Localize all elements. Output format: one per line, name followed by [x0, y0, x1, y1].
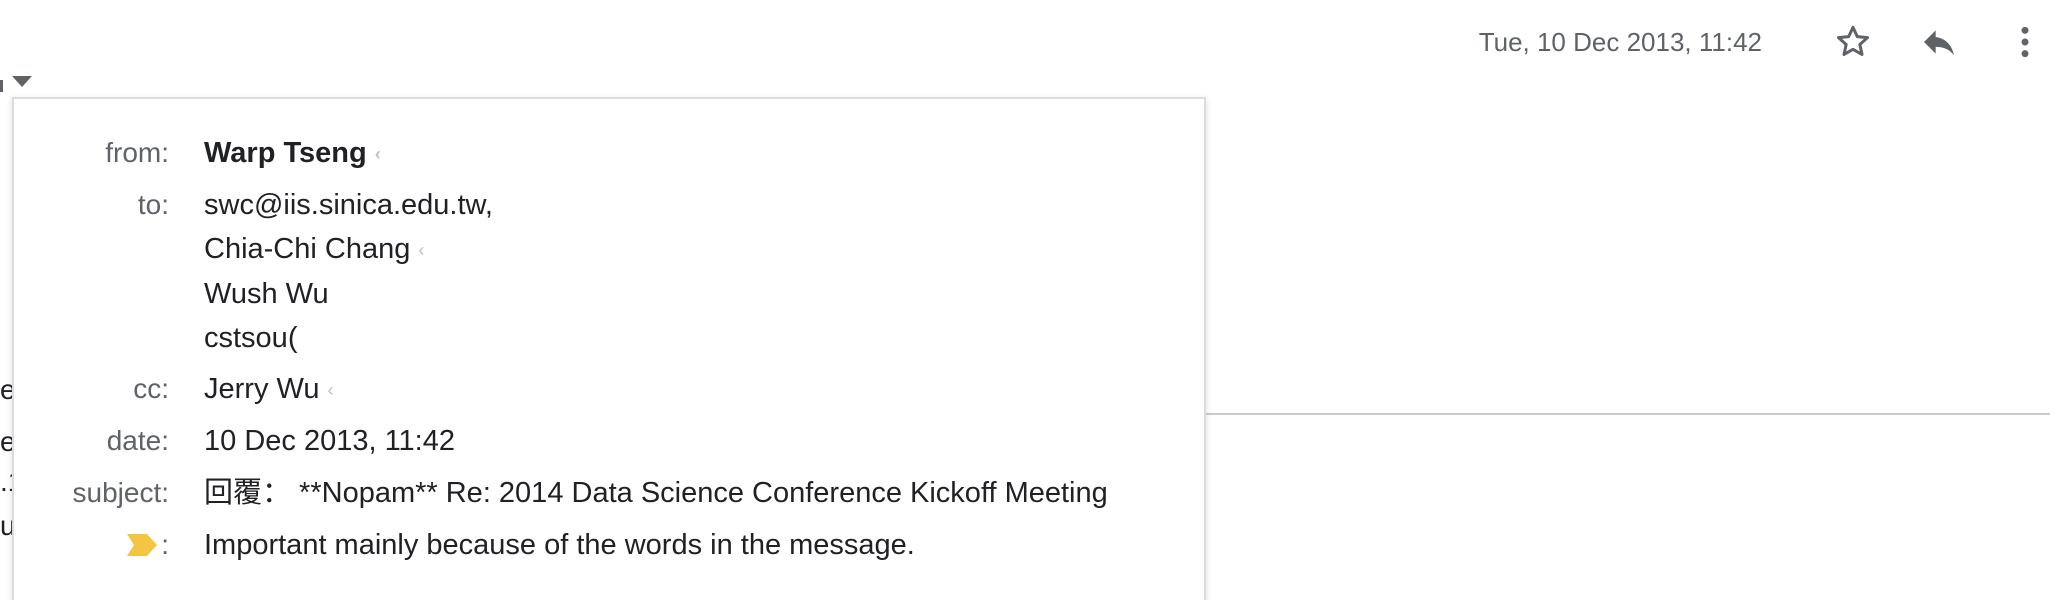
to-address[interactable]: Wush Wu [204, 272, 493, 316]
message-toolbar: Tue, 10 Dec 2013, 11:42 [1479, 14, 2060, 70]
from-label: from: [105, 137, 169, 168]
from-name: Warp Tseng [204, 137, 367, 169]
show-details-caret-icon[interactable] [12, 76, 32, 87]
from-value[interactable]: Warp Tseng ‹ [204, 131, 381, 176]
background-text-fragment: .1 [0, 466, 12, 497]
date-value: 10 Dec 2013, 11:42 [204, 425, 455, 457]
importance-value: Important mainly because of the words in… [204, 529, 915, 561]
importance-label: : [14, 523, 169, 567]
to-address-name: Chia-Chi Chang [204, 233, 411, 265]
message-details-popup: from: Warp Tseng ‹ to: swc@iis.sinica.edu… [12, 97, 1206, 600]
reply-icon [1924, 30, 1954, 56]
to-label: to: [137, 189, 169, 220]
cc-label: cc: [133, 373, 169, 404]
to-address-list: swc@iis.sinica.edu.tw, Chia-Chi Chang ‹ W… [204, 183, 493, 360]
importance-colon: : [161, 529, 169, 560]
more-vert-icon [2021, 26, 2029, 58]
date-label: date: [106, 425, 169, 456]
background-text-fragment: u [0, 510, 12, 541]
to-address[interactable]: swc@iis.sinica.edu.tw, [204, 183, 493, 227]
cc-name: Jerry Wu [204, 373, 320, 405]
to-address[interactable]: Chia-Chi Chang ‹ [204, 227, 493, 272]
star-outline-icon [1837, 25, 1869, 56]
message-date: Tue, 10 Dec 2013, 11:42 [1478, 26, 1762, 57]
truncation-marker: ‹ [418, 240, 425, 261]
subject-value: 回覆： **Nopam** Re: 2014 Data Science Conf… [204, 477, 1108, 509]
background-text-fragment: e [0, 374, 12, 405]
message-divider [1200, 413, 2050, 415]
truncation-marker: ‹ [374, 144, 381, 165]
star-button[interactable] [1818, 14, 1888, 70]
more-options-button[interactable] [1990, 14, 2060, 70]
left-edge-mark [0, 80, 3, 92]
truncation-marker: ‹ [327, 380, 334, 401]
to-address[interactable]: cstsou( [204, 316, 493, 360]
background-text-fragment: er [0, 426, 12, 457]
importance-marker-icon [127, 534, 158, 556]
subject-label: subject: [72, 477, 170, 508]
reply-button[interactable] [1904, 14, 1974, 70]
cc-value[interactable]: Jerry Wu ‹ [204, 367, 333, 412]
